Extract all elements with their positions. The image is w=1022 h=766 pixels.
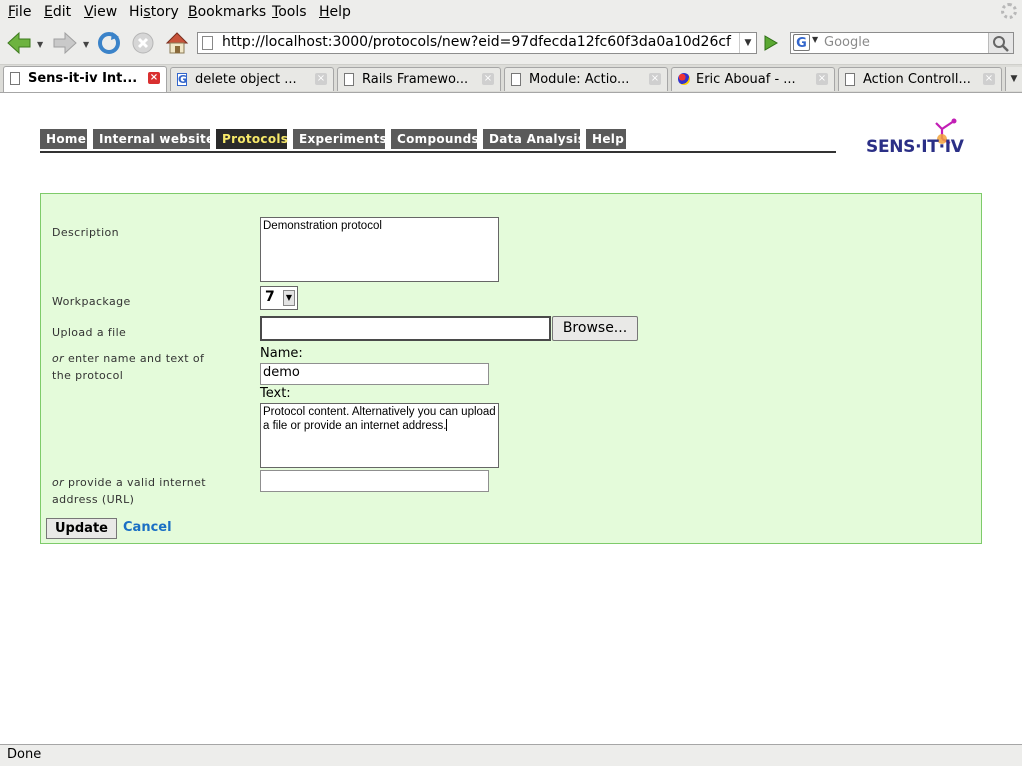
site-icon	[678, 73, 690, 85]
cancel-link[interactable]: Cancel	[123, 520, 172, 535]
page-content: Home Internal website Protocols Experime…	[0, 93, 1022, 743]
page-icon	[344, 73, 354, 86]
back-history-dropdown-icon[interactable]: ▼	[37, 40, 43, 49]
workpackage-label: Workpackage	[52, 295, 131, 308]
nav-data-analysis[interactable]: Data Analysis	[483, 129, 585, 149]
page-icon	[202, 36, 213, 50]
or-word: or	[52, 476, 65, 489]
workpackage-value: 7	[265, 289, 275, 305]
home-icon[interactable]	[164, 30, 190, 56]
chevron-down-icon: ▼	[283, 290, 295, 306]
tab-strip: Sens-it-iv Int... × G delete object ... …	[0, 65, 1022, 93]
tab-label: Eric Abouaf - ...	[696, 72, 796, 87]
url-label: or provide a valid internet address (URL…	[52, 474, 212, 508]
search-placeholder[interactable]: Google	[824, 35, 870, 50]
tab-delete-object[interactable]: G delete object ... ×	[170, 67, 334, 91]
menu-help[interactable]: Help	[319, 4, 351, 20]
protocol-text-textarea[interactable]: Protocol content. Alternatively you can …	[260, 403, 499, 468]
text-label: Text:	[260, 386, 291, 401]
url-bar[interactable]: http://localhost:3000/protocols/new?eid=…	[197, 32, 757, 54]
menu-edit[interactable]: Edit	[44, 4, 71, 20]
tab-rails-framework[interactable]: Rails Framewo... ×	[337, 67, 501, 91]
nav-help[interactable]: Help	[586, 129, 626, 149]
text-cursor	[446, 419, 448, 431]
google-engine-icon[interactable]: G	[793, 34, 810, 51]
tab-module-action[interactable]: Module: Actio... ×	[504, 67, 668, 91]
close-tab-icon[interactable]: ×	[315, 73, 327, 85]
back-icon[interactable]	[6, 31, 32, 55]
or-word: or	[52, 352, 65, 365]
tab-eric-abouaf[interactable]: Eric Abouaf - ... ×	[671, 67, 835, 91]
list-all-tabs-icon[interactable]: ▼	[1005, 67, 1022, 91]
menu-bar: File Edit View History Bookmarks Tools H…	[0, 0, 1022, 24]
protocol-text-value: Protocol content. Alternatively you can …	[263, 406, 499, 432]
menu-view[interactable]: View	[84, 4, 117, 20]
upload-file-field[interactable]	[260, 316, 551, 341]
logo-text: SENS·IT·IV	[866, 137, 964, 157]
search-box[interactable]: G ▼ Google	[790, 32, 1014, 54]
navigation-toolbar: ▼ ▼ http://localhost:3000/protocols/new?…	[0, 24, 1022, 65]
forward-history-dropdown-icon[interactable]: ▼	[83, 40, 89, 49]
tab-label: Rails Framewo...	[362, 72, 469, 87]
name-input[interactable]: demo	[260, 363, 489, 385]
throbber-icon	[1001, 3, 1017, 19]
url-text[interactable]: http://localhost:3000/protocols/new?eid=…	[222, 34, 732, 50]
menu-history[interactable]: History	[129, 4, 179, 20]
nav-protocols[interactable]: Protocols	[216, 129, 288, 149]
url-input[interactable]	[260, 470, 489, 492]
name-label: Name:	[260, 346, 303, 361]
description-label: Description	[52, 226, 120, 239]
browse-button[interactable]: Browse...	[552, 316, 638, 341]
nav-home[interactable]: Home	[40, 129, 87, 149]
tab-label: delete object ...	[195, 72, 297, 87]
stop-icon[interactable]	[131, 31, 155, 55]
url-dropdown-icon[interactable]: ▼	[739, 33, 756, 53]
enter-name-text: enter name and text of the protocol	[52, 352, 205, 382]
workpackage-select[interactable]: 7 ▼	[260, 286, 298, 310]
status-text: Done	[7, 747, 42, 762]
close-tab-icon[interactable]: ×	[148, 72, 160, 84]
tab-label: Sens-it-iv Int...	[28, 71, 138, 86]
description-textarea[interactable]: Demonstration protocol	[260, 217, 499, 282]
tab-label: Action Controll...	[863, 72, 971, 87]
close-tab-icon[interactable]: ×	[816, 73, 828, 85]
page-icon	[10, 72, 20, 85]
tab-label: Module: Actio...	[529, 72, 630, 87]
page-icon	[511, 73, 521, 86]
reload-icon[interactable]	[97, 31, 121, 55]
nav-compounds[interactable]: Compounds	[391, 129, 479, 149]
engine-dropdown-icon[interactable]: ▼	[812, 35, 818, 44]
google-icon: G	[177, 73, 188, 86]
go-icon[interactable]	[760, 33, 780, 53]
menu-file[interactable]: File	[8, 4, 31, 20]
site-logo[interactable]: SENS·IT·IV	[866, 117, 991, 159]
upload-label: Upload a file	[52, 326, 127, 339]
nav-experiments[interactable]: Experiments	[293, 129, 387, 149]
status-bar: Done	[0, 744, 1022, 766]
menu-tools[interactable]: Tools	[272, 4, 307, 20]
menu-bookmarks[interactable]: Bookmarks	[188, 4, 266, 20]
close-tab-icon[interactable]: ×	[983, 73, 995, 85]
forward-icon[interactable]	[52, 31, 78, 55]
nav-internal-website[interactable]: Internal website	[93, 129, 214, 149]
close-tab-icon[interactable]: ×	[649, 73, 661, 85]
url-label-text: provide a valid internet address (URL)	[52, 476, 206, 506]
nav-divider	[40, 151, 836, 153]
close-tab-icon[interactable]: ×	[482, 73, 494, 85]
protocol-form: Description Demonstration protocol Workp…	[40, 193, 982, 544]
tab-sens-it-iv[interactable]: Sens-it-iv Int... ×	[3, 66, 167, 92]
search-icon[interactable]	[988, 33, 1013, 53]
tab-action-controller[interactable]: Action Controll... ×	[838, 67, 1002, 91]
update-button[interactable]: Update	[46, 518, 117, 539]
page-icon	[845, 73, 855, 86]
enter-name-label: or enter name and text of the protocol	[52, 350, 212, 384]
